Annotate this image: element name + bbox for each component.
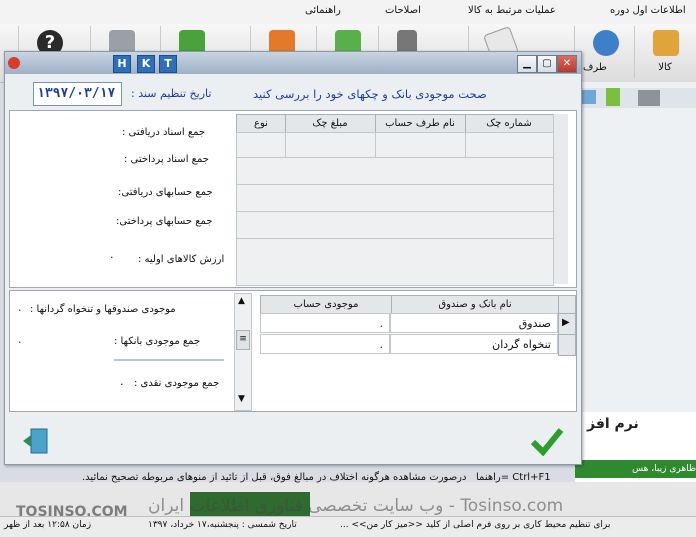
balances-section: موجودی صندوقها و تنخواه گردانها : . جمع … bbox=[9, 290, 577, 412]
grid-cell bbox=[236, 132, 286, 158]
download-arrow-icon[interactable] bbox=[606, 88, 620, 106]
hkt-k-button[interactable]: K bbox=[137, 55, 155, 73]
opening-goods-value-label: ارزش کالاهای اولیه : bbox=[138, 254, 225, 265]
brand-subtitle: ظاهری زیبا، هس bbox=[575, 460, 696, 478]
grid-cell bbox=[374, 132, 466, 158]
person-icon bbox=[593, 30, 619, 56]
watermark-center: Tosinso.com - وب سایت تخصصی فناوری اطلاع… bbox=[148, 496, 564, 516]
date-input[interactable]: ۱۳۹۷/۰۳/۱۷ bbox=[33, 82, 122, 106]
divider bbox=[114, 359, 224, 361]
grid-row bbox=[236, 184, 554, 212]
opening-goods-value: . bbox=[110, 248, 114, 261]
col-party-name[interactable]: نام طرف حساب bbox=[374, 114, 466, 133]
checks-section: جمع اسناد دریافتی : جمع اسناد پرداختی : … bbox=[9, 110, 577, 288]
received-docs-label: جمع اسناد دریافتی : bbox=[122, 127, 206, 138]
main-menubar: اطلاعات اول دوره عملیات مرتبط به کالا اص… bbox=[0, 0, 696, 25]
dialog-title: صحت موجودی بانک و چکهای خود را بررسی کنی… bbox=[253, 87, 487, 101]
grid-row bbox=[236, 211, 554, 239]
bank-check-dialog: H K T ▁ ▢ ✕ صحت موجودی بانک و چکهای خود … bbox=[4, 51, 582, 465]
grid-cell bbox=[464, 132, 554, 158]
footer-instruction: درصورت مشاهده هرگونه اختلاف در مبالغ فوق… bbox=[82, 472, 467, 483]
scroll-up-icon[interactable]: ▲ bbox=[238, 296, 245, 306]
exit-button[interactable] bbox=[21, 426, 51, 456]
scroll-down-icon[interactable]: ▼ bbox=[238, 394, 245, 404]
current-row-icon: ▶ bbox=[562, 317, 570, 328]
bank-row-name[interactable]: صندوق bbox=[390, 313, 558, 333]
receivable-accounts-label: جمع حسابهای دریافتی: bbox=[118, 187, 213, 198]
menu-item-goods-ops[interactable]: عملیات مرتبط به کالا bbox=[468, 5, 556, 16]
hkt-t-button[interactable]: T bbox=[159, 55, 177, 73]
balances-scrollbar[interactable]: ▲ ≡ ▼ bbox=[234, 293, 252, 411]
menu-item-help[interactable]: راهنمائی bbox=[305, 5, 341, 16]
grid-cell bbox=[284, 132, 376, 158]
box-icon bbox=[653, 30, 679, 56]
row-header-corner bbox=[558, 295, 576, 314]
brand-title: نرم افز bbox=[587, 416, 639, 432]
checks-grid-scrollbar[interactable] bbox=[553, 114, 568, 284]
banks-balance-value: . bbox=[18, 333, 22, 346]
col-check-amount[interactable]: مبلغ چک bbox=[284, 114, 376, 133]
hkt-h-button[interactable]: H bbox=[113, 55, 131, 73]
cash-boxes-balance-value: . bbox=[18, 301, 22, 314]
grid-row bbox=[236, 238, 554, 286]
date-label: تاریخ تنظیم سند : bbox=[131, 87, 212, 100]
image-icon[interactable] bbox=[580, 90, 596, 104]
bank-row-balance[interactable]: . bbox=[260, 313, 390, 333]
bank-row-balance[interactable]: . bbox=[260, 334, 390, 354]
printer-icon[interactable] bbox=[638, 90, 660, 106]
col-account-balance[interactable]: موجودی حساب bbox=[260, 295, 392, 314]
cash-boxes-balance-label: موجودی صندوقها و تنخواه گردانها : bbox=[30, 304, 176, 315]
checkmark-icon bbox=[530, 428, 564, 457]
brand-banner: نرم افز ظاهری زیبا، هس bbox=[575, 412, 696, 482]
status-bar: زمان ۱۲:۵۸ بعد از ظهر تاریخ شمسی : پنجشن… bbox=[0, 516, 696, 537]
row-selector[interactable] bbox=[558, 334, 576, 356]
cash-total-label: جمع موجودی نقدی : bbox=[134, 378, 220, 389]
menu-item-corrections[interactable]: اصلاحات bbox=[385, 5, 421, 16]
scroll-thumb[interactable]: ≡ bbox=[236, 330, 250, 350]
app-icon bbox=[8, 57, 20, 69]
dialog-titlebar: H K T ▁ ▢ ✕ bbox=[5, 52, 581, 74]
close-button[interactable]: ✕ bbox=[557, 55, 577, 73]
status-hint: برای تنظیم محیط کاری بر روی فرم اصلی از … bbox=[340, 520, 611, 530]
status-time: زمان ۱۲:۵۸ بعد از ظهر bbox=[4, 520, 92, 530]
col-bank-name[interactable]: نام بانک و صندوق bbox=[390, 295, 560, 314]
toolbar-goods-button[interactable]: کالا bbox=[634, 26, 695, 78]
status-date: تاریخ شمسی : پنجشنبه،۱۷ خرداد، ۱۳۹۷ bbox=[148, 520, 297, 530]
col-type[interactable]: نوع bbox=[236, 114, 286, 133]
toolbar-party-label: طرف bbox=[583, 62, 607, 73]
row-selector[interactable]: ▶ bbox=[558, 313, 576, 335]
bank-row-name[interactable]: تنخواه گردان bbox=[390, 334, 558, 354]
menu-item-opening-info[interactable]: اطلاعات اول دوره bbox=[610, 5, 686, 16]
toolbar-goods-label: کالا bbox=[658, 62, 672, 73]
minimize-button[interactable]: ▁ bbox=[517, 55, 537, 73]
help-shortcut: راهنما= Ctrl+F1 bbox=[476, 472, 551, 483]
confirm-button[interactable] bbox=[529, 426, 565, 457]
maximize-button[interactable]: ▢ bbox=[537, 55, 557, 73]
cash-total-value: . bbox=[120, 375, 124, 388]
grid-row bbox=[236, 157, 554, 185]
col-check-number[interactable]: شماره چک bbox=[464, 114, 554, 133]
paid-docs-label: جمع اسناد پرداختی : bbox=[124, 154, 209, 165]
payable-accounts-label: جمع حسابهای پرداختی: bbox=[116, 216, 213, 227]
banks-balance-label: جمع موجودی بانکها : bbox=[114, 336, 201, 347]
toolbar-party-button[interactable]: طرف bbox=[574, 26, 633, 78]
exit-door-icon bbox=[23, 428, 48, 454]
